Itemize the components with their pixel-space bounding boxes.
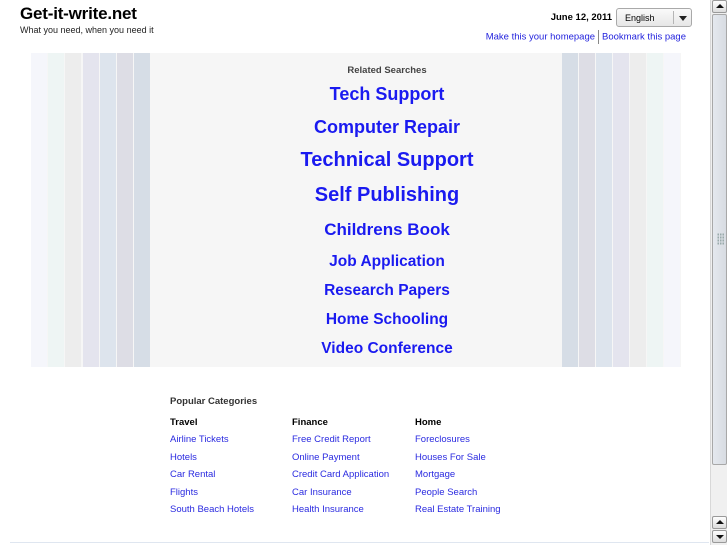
related-link[interactable]: Self Publishing xyxy=(181,184,593,207)
top-links: Make this your homepage Bookmark this pag… xyxy=(486,30,686,44)
category-link[interactable]: Credit Card Application xyxy=(292,469,389,487)
category-link[interactable]: Car Insurance xyxy=(292,487,389,505)
arrow-up-icon xyxy=(716,4,724,8)
decorative-stripe xyxy=(647,53,663,367)
related-link[interactable]: Research Papers xyxy=(181,282,593,300)
vertical-scrollbar[interactable] xyxy=(710,0,727,545)
scroll-up-button[interactable] xyxy=(712,0,727,13)
related-link[interactable]: Technical Support xyxy=(181,149,593,172)
chevron-down-icon[interactable] xyxy=(679,16,687,21)
category-link[interactable]: Foreclosures xyxy=(415,434,501,452)
category-heading: Home xyxy=(415,417,442,428)
related-link[interactable]: Computer Repair xyxy=(181,117,593,138)
scroll-up-button-bottom[interactable] xyxy=(712,516,727,529)
language-select[interactable]: English xyxy=(616,8,692,27)
decorative-stripe xyxy=(48,53,64,367)
decorative-stripe xyxy=(596,53,612,367)
decorative-stripe xyxy=(664,53,680,367)
decorative-stripe xyxy=(83,53,99,367)
decorative-stripe xyxy=(31,53,47,367)
arrow-down-icon xyxy=(716,535,724,539)
footer-divider xyxy=(10,542,709,543)
category-heading: Finance xyxy=(292,417,328,428)
related-searches-panel: Related Searches Tech Support Computer R… xyxy=(31,53,681,367)
decorative-stripe xyxy=(117,53,133,367)
grip-icon xyxy=(717,233,724,245)
category-link[interactable]: Free Credit Report xyxy=(292,434,389,452)
decorative-stripe xyxy=(134,53,150,367)
category-link[interactable]: Health Insurance xyxy=(292,504,389,522)
category-link[interactable]: South Beach Hotels xyxy=(170,504,254,522)
decorative-stripe xyxy=(65,53,81,367)
related-link[interactable]: Tech Support xyxy=(181,84,593,105)
language-select-divider xyxy=(673,11,674,24)
scrollbar-thumb[interactable] xyxy=(712,14,727,465)
make-homepage-link[interactable]: Make this your homepage xyxy=(486,32,595,43)
related-link[interactable]: Home Schooling xyxy=(181,311,593,329)
related-searches-title: Related Searches xyxy=(347,65,427,76)
scroll-down-button[interactable] xyxy=(712,530,727,543)
category-heading: Travel xyxy=(170,417,198,428)
category-link[interactable]: Online Payment xyxy=(292,452,389,470)
category-column-finance: Finance Free Credit Report Online Paymen… xyxy=(292,417,389,522)
site-title[interactable]: Get-it-write.net xyxy=(20,4,137,24)
link-divider xyxy=(598,30,600,44)
decorative-stripe xyxy=(613,53,629,367)
related-link[interactable]: Video Conference xyxy=(181,340,593,358)
category-column-travel: Travel Airline Tickets Hotels Car Rental… xyxy=(170,417,254,522)
category-column-home: Home Foreclosures Houses For Sale Mortga… xyxy=(415,417,501,522)
date-label: June 12, 2011 xyxy=(550,12,612,23)
language-select-value: English xyxy=(625,13,655,23)
related-link[interactable]: Childrens Book xyxy=(181,220,593,240)
bookmark-link[interactable]: Bookmark this page xyxy=(602,32,686,43)
category-link[interactable]: Hotels xyxy=(170,452,254,470)
popular-categories-title: Popular Categories xyxy=(170,396,258,407)
category-link[interactable]: Airline Tickets xyxy=(170,434,254,452)
arrow-up-icon xyxy=(716,520,724,524)
category-link[interactable]: Mortgage xyxy=(415,469,501,487)
category-link[interactable]: Car Rental xyxy=(170,469,254,487)
category-link[interactable]: Real Estate Training xyxy=(415,504,501,522)
decorative-stripe xyxy=(630,53,646,367)
category-link[interactable]: Flights xyxy=(170,487,254,505)
related-link[interactable]: Job Application xyxy=(181,253,593,271)
decorative-stripe xyxy=(100,53,116,367)
tagline: What you need, when you need it xyxy=(20,25,154,35)
category-link[interactable]: Houses For Sale xyxy=(415,452,501,470)
category-link[interactable]: People Search xyxy=(415,487,501,505)
